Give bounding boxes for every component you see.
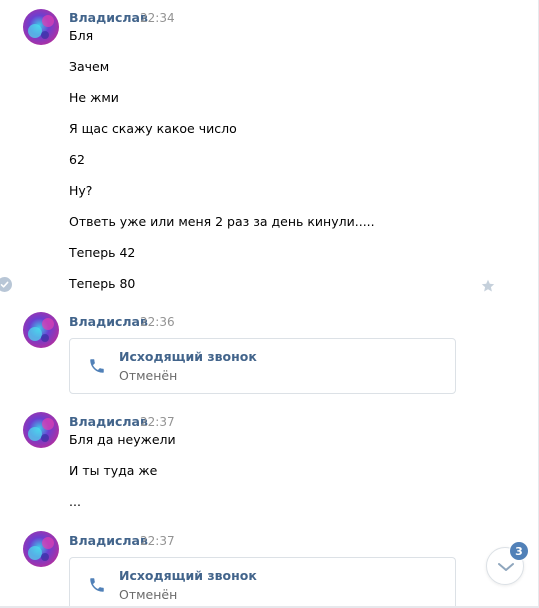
author-name[interactable]: Владислав	[69, 10, 148, 25]
phone-icon	[90, 578, 104, 592]
avatar[interactable]	[23, 312, 59, 348]
message-text: 62	[69, 152, 85, 167]
avatar[interactable]	[23, 531, 59, 567]
check-circle-icon	[0, 277, 12, 292]
message-text: Я щас скажу какое число	[69, 121, 237, 136]
message-text: Бля да неужели	[69, 432, 176, 447]
avatar[interactable]	[23, 412, 59, 448]
call-status: Отменён	[119, 587, 178, 602]
chevron-down-icon	[498, 563, 514, 571]
author-name[interactable]: Владислав	[69, 533, 148, 548]
message-text: И ты туда же	[69, 463, 158, 478]
chat-history: Владислав 22:34 Бля Зачем Не жми Я щас с…	[0, 0, 539, 608]
message-text: Теперь 42	[69, 245, 136, 260]
call-attachment[interactable]: Исходящий звонок Отменён	[69, 338, 456, 394]
message-time[interactable]: 22:37	[140, 534, 175, 548]
avatar[interactable]	[23, 9, 59, 45]
message-text: Ответь уже или меня 2 раз за день кинули…	[69, 214, 375, 229]
author-name[interactable]: Владислав	[69, 314, 148, 329]
message-text: Не жми	[69, 90, 119, 105]
phone-icon	[90, 359, 104, 373]
call-status: Отменён	[119, 368, 178, 383]
author-name[interactable]: Владислав	[69, 414, 148, 429]
unread-count-badge[interactable]: 3	[509, 541, 529, 561]
message-text: Бля	[69, 28, 94, 43]
star-icon[interactable]	[481, 278, 495, 292]
call-title: Исходящий звонок	[119, 568, 257, 583]
message-text: Теперь 80	[69, 276, 136, 291]
call-title: Исходящий звонок	[119, 349, 257, 364]
message-text: Зачем	[69, 59, 110, 74]
message-text: Ну?	[69, 183, 93, 198]
call-attachment[interactable]: Исходящий звонок Отменён	[69, 557, 456, 608]
message-text: ...	[69, 494, 81, 509]
message-time[interactable]: 22:37	[140, 415, 175, 429]
message-time[interactable]: 22:36	[140, 315, 175, 329]
message-time[interactable]: 22:34	[140, 11, 175, 25]
